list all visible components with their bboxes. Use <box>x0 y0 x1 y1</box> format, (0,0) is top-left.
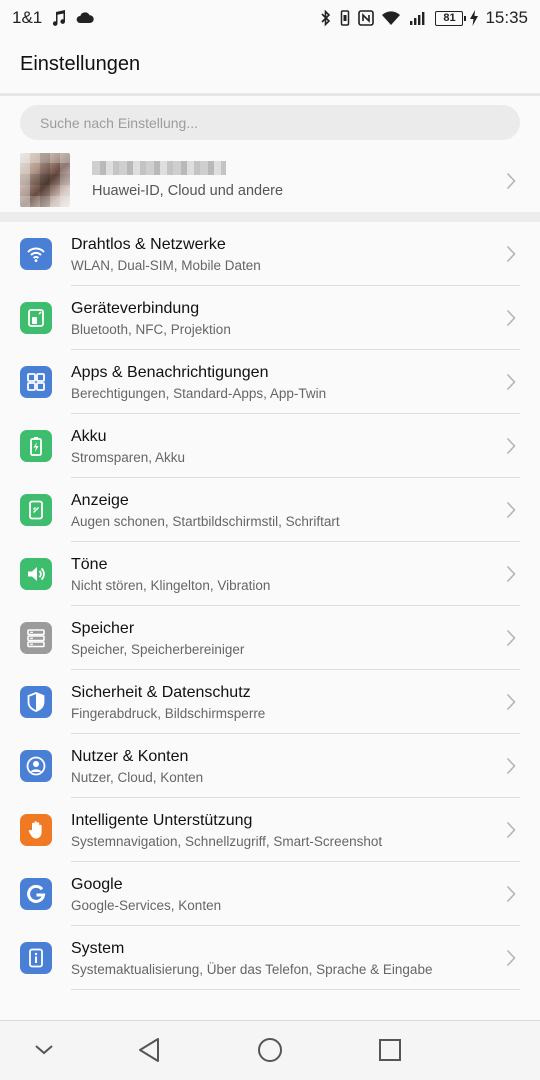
chevron-right-icon <box>504 946 518 970</box>
settings-list: Drahtlos & Netzwerke WLAN, Dual-SIM, Mob… <box>0 222 540 990</box>
chevron-right-icon <box>504 818 518 842</box>
divider <box>71 989 520 990</box>
item-subtitle: Fingerabdruck, Bildschirmsperre <box>71 706 266 721</box>
settings-item-sicherheit-datenschutz[interactable]: Sicherheit & Datenschutz Fingerabdruck, … <box>0 670 540 734</box>
chevron-right-icon <box>504 498 518 522</box>
avatar <box>20 153 70 207</box>
settings-item-geraeteverbindung[interactable]: Geräteverbindung Bluetooth, NFC, Projekt… <box>0 286 540 350</box>
page-title: Einstellungen <box>20 53 141 75</box>
settings-item-anzeige[interactable]: Anzeige Augen schonen, Startbildschirmst… <box>0 478 540 542</box>
charging-icon <box>470 10 479 26</box>
item-title: Google <box>71 876 123 893</box>
item-subtitle: Nicht stören, Klingelton, Vibration <box>71 578 271 593</box>
account-subtitle: Huawei-ID, Cloud und andere <box>92 183 284 199</box>
bluetooth-icon <box>320 9 332 27</box>
item-title: Apps & Benachrichtigungen <box>71 364 269 381</box>
clock: 15:35 <box>485 8 528 27</box>
item-title: Nutzer & Konten <box>71 748 189 765</box>
settings-item-intelligente-unterstuetzung[interactable]: Intelligente Unterstützung Systemnavigat… <box>0 798 540 862</box>
item-subtitle: Berechtigungen, Standard-Apps, App-Twin <box>71 386 327 401</box>
settings-item-apps-benachrichtigungen[interactable]: Apps & Benachrichtigungen Berechtigungen… <box>0 350 540 414</box>
home-button[interactable] <box>255 1035 285 1065</box>
item-subtitle: Stromsparen, Akku <box>71 450 186 465</box>
item-subtitle: Nutzer, Cloud, Konten <box>71 770 204 785</box>
battery-level: 81 <box>443 11 456 24</box>
item-subtitle: Bluetooth, NFC, Projektion <box>71 322 231 337</box>
vibrate-icon <box>339 9 351 27</box>
settings-item-system[interactable]: System Systemaktualisierung, Über das Te… <box>0 926 540 990</box>
chevron-down-icon <box>35 1045 53 1055</box>
item-title: System <box>71 940 125 957</box>
settings-item-nutzer-konten[interactable]: Nutzer & Konten Nutzer, Cloud, Konten <box>0 734 540 798</box>
cloud-icon <box>76 11 94 25</box>
speaker-icon <box>20 558 52 590</box>
chevron-right-icon <box>504 370 518 394</box>
item-subtitle: Systemaktualisierung, Über das Telefon, … <box>71 962 433 977</box>
chevron-right-icon <box>504 562 518 586</box>
nfc-icon <box>358 10 375 26</box>
item-title: Drahtlos & Netzwerke <box>71 236 226 253</box>
account-row[interactable]: Huawei-ID, Cloud und andere <box>0 150 540 212</box>
search-input[interactable]: Suche nach Einstellung... <box>20 105 520 140</box>
user-icon <box>20 750 52 782</box>
device-connection-icon <box>20 302 52 334</box>
shield-icon <box>20 686 52 718</box>
status-bar: 1&1 81 15:35 <box>0 0 540 36</box>
account-name-blurred <box>92 161 226 175</box>
square-icon <box>379 1039 401 1061</box>
chevron-right-icon <box>504 434 518 458</box>
info-icon <box>20 942 52 974</box>
item-title: Speicher <box>71 620 135 637</box>
apps-grid-icon <box>20 366 52 398</box>
google-icon <box>20 878 52 910</box>
wifi-icon <box>381 10 401 26</box>
item-subtitle: Systemnavigation, Schnellzugriff, Smart-… <box>71 834 383 849</box>
carrier-label: 1&1 <box>12 8 43 27</box>
chevron-right-icon <box>504 882 518 906</box>
chevron-right-icon <box>504 626 518 650</box>
item-title: Akku <box>71 428 107 445</box>
item-subtitle: Google-Services, Konten <box>71 898 222 913</box>
settings-item-speicher[interactable]: Speicher Speicher, Speicherbereiniger <box>0 606 540 670</box>
item-subtitle: Augen schonen, Startbildschirmstil, Schr… <box>71 514 340 529</box>
settings-item-toene[interactable]: Töne Nicht stören, Klingelton, Vibration <box>0 542 540 606</box>
item-title: Intelligente Unterstützung <box>71 812 253 829</box>
wifi-icon <box>20 238 52 270</box>
chevron-right-icon <box>504 754 518 778</box>
battery-icon <box>20 430 52 462</box>
chevron-right-icon <box>504 690 518 714</box>
item-title: Anzeige <box>71 492 129 509</box>
section-separator <box>0 212 540 222</box>
settings-item-drahtlos-netzwerke[interactable]: Drahtlos & Netzwerke WLAN, Dual-SIM, Mob… <box>0 222 540 286</box>
signal-icon <box>408 10 428 26</box>
item-title: Geräteverbindung <box>71 300 200 317</box>
hand-icon <box>20 814 52 846</box>
circle-icon <box>258 1038 282 1062</box>
item-title: Sicherheit & Datenschutz <box>71 684 251 701</box>
hide-navbar-button[interactable] <box>29 1035 59 1065</box>
item-subtitle: Speicher, Speicherbereiniger <box>71 642 245 657</box>
music-note-icon <box>50 9 68 27</box>
chevron-right-icon <box>504 169 518 193</box>
display-icon <box>20 494 52 526</box>
search-placeholder: Suche nach Einstellung... <box>40 114 198 131</box>
storage-icon <box>20 622 52 654</box>
settings-item-google[interactable]: Google Google-Services, Konten <box>0 862 540 926</box>
triangle-left-icon <box>139 1038 159 1062</box>
back-button[interactable] <box>134 1035 164 1065</box>
recents-button[interactable] <box>375 1035 405 1065</box>
settings-item-akku[interactable]: Akku Stromsparen, Akku <box>0 414 540 478</box>
chevron-right-icon <box>504 306 518 330</box>
battery-icon: 81 <box>435 10 467 26</box>
item-title: Töne <box>71 556 108 573</box>
item-subtitle: WLAN, Dual-SIM, Mobile Daten <box>71 258 261 273</box>
navigation-bar <box>0 1020 540 1080</box>
app-bar: Einstellungen <box>0 36 540 96</box>
chevron-right-icon <box>504 242 518 266</box>
